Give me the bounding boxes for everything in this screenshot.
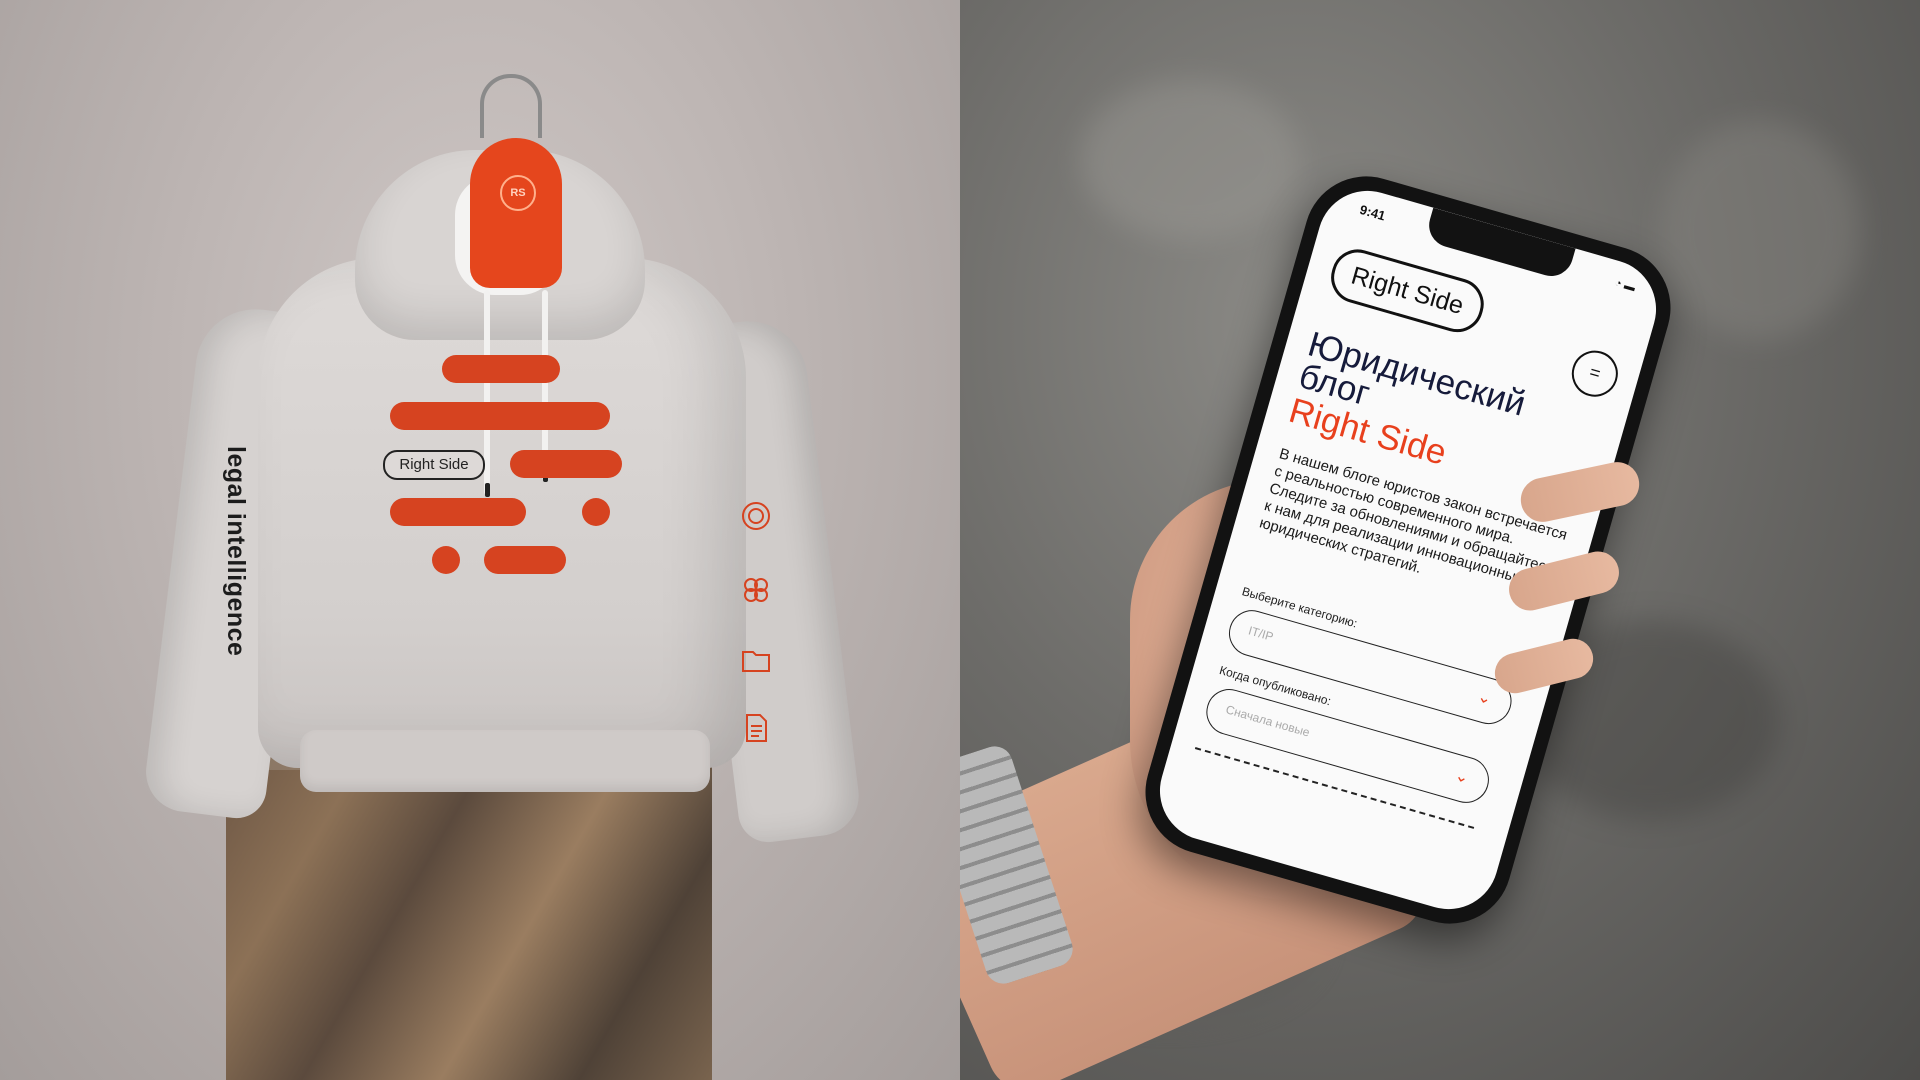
phone-notch [1423, 207, 1576, 282]
wall-texture [1660, 120, 1860, 340]
print-brand-label: Right Side [383, 450, 485, 480]
print-bar [442, 355, 560, 383]
print-bar [510, 450, 622, 478]
print-dot [582, 498, 610, 526]
folder-icon [742, 651, 770, 672]
sleeve-print-text: legal intelligence [222, 446, 250, 657]
print-bar [484, 546, 566, 574]
document-icon [746, 714, 767, 742]
hanger-hook [480, 74, 542, 138]
orange-hanger [470, 138, 562, 288]
flower-icon [744, 578, 768, 602]
menu-icon: = [1587, 361, 1603, 384]
status-icons: ◔ ▬ [1613, 277, 1636, 294]
spiral-icon [742, 502, 770, 530]
chevron-down-icon: ⌄ [1475, 688, 1494, 709]
print-bar [390, 498, 526, 526]
phone-photo: 9:41 ◔ ▬ Right Side = Юридический блог R… [960, 0, 1920, 1080]
wifi-icon: ◔ [1613, 276, 1624, 291]
smartphone: 9:41 ◔ ▬ Right Side = Юридический блог R… [1130, 161, 1686, 939]
print-dot [432, 546, 460, 574]
site-logo[interactable]: Right Side [1325, 243, 1490, 339]
phone-screen: 9:41 ◔ ▬ Right Side = Юридический блог R… [1148, 179, 1668, 921]
chevron-down-icon: ⌄ [1452, 767, 1471, 788]
battery-icon: ▬ [1622, 279, 1637, 295]
hoodie-photo: RS Right Side legal intelligence [0, 0, 960, 1080]
hoodie-waistband [300, 730, 710, 792]
status-time: 9:41 [1358, 201, 1388, 224]
wall-texture [1080, 80, 1300, 240]
hanger-logo: RS [500, 175, 536, 211]
drawstring-tip-left [485, 483, 490, 497]
menu-button[interactable]: = [1566, 345, 1624, 403]
print-bar [390, 402, 610, 430]
date-placeholder: Сначала новые [1224, 702, 1312, 740]
category-placeholder: IT/IP [1246, 623, 1276, 644]
